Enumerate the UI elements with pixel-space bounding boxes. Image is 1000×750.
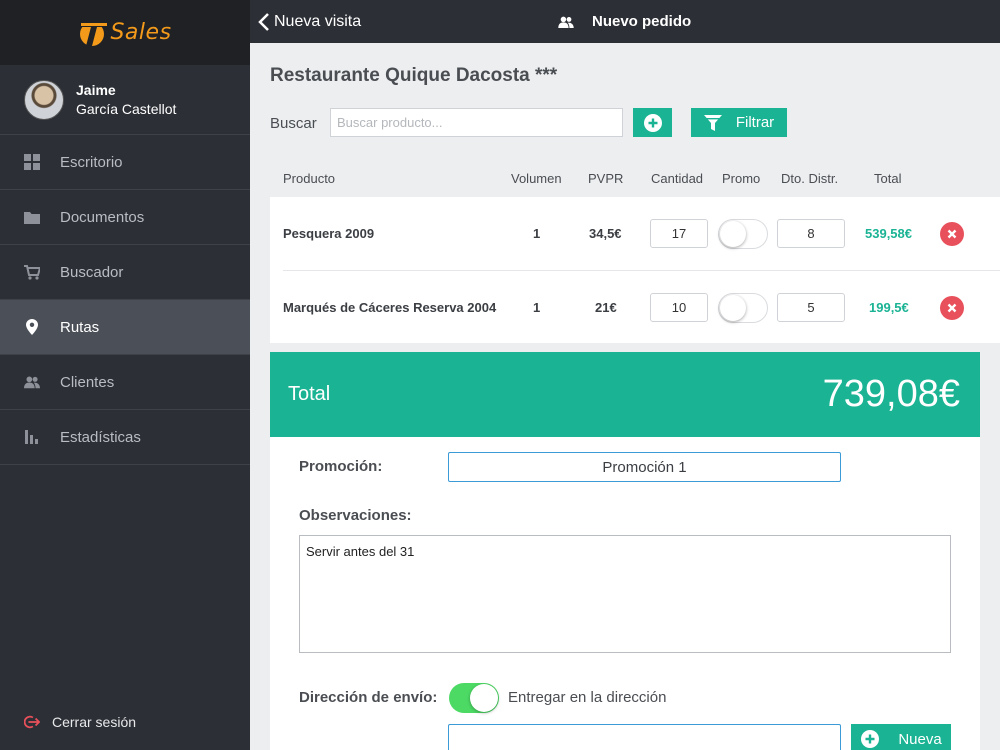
- pvpr-value: 34,5€: [589, 226, 622, 241]
- users-icon: [558, 16, 574, 28]
- user-profile[interactable]: Jaime García Castellot: [0, 65, 250, 135]
- close-icon: [947, 303, 957, 313]
- page-title-text: Nuevo pedido: [592, 13, 692, 30]
- delete-row-button[interactable]: [940, 222, 964, 246]
- table-row: Pesquera 2009 1 34,5€ 17 8 539,58€: [270, 197, 1000, 270]
- column-header: Producto: [283, 171, 336, 186]
- sidebar-item-rutas[interactable]: Rutas: [0, 300, 250, 355]
- total-label: Total: [288, 383, 331, 405]
- plus-circle-icon: [643, 113, 662, 132]
- app-logo: Sales: [0, 0, 250, 65]
- order-form: Promoción: Promoción 1 Observaciones: Se…: [270, 437, 980, 750]
- new-address-label: Nueva: [898, 730, 942, 748]
- sidebar-item-label: Escritorio: [60, 153, 123, 171]
- discount-input[interactable]: 5: [777, 293, 845, 322]
- promo-select[interactable]: Promoción 1: [448, 452, 841, 482]
- logo-text: Sales: [110, 20, 172, 45]
- column-header: Volumen: [511, 171, 562, 186]
- back-button[interactable]: Nueva visita: [258, 0, 361, 43]
- client-title: Restaurante Quique Dacosta ***: [270, 65, 558, 86]
- page-title: Nuevo pedido: [558, 0, 691, 43]
- quantity-input[interactable]: 10: [650, 293, 708, 322]
- sidebar-item-label: Estadísticas: [60, 428, 141, 446]
- product-name: Pesquera 2009: [283, 226, 375, 241]
- toggle-knob: [720, 221, 746, 247]
- sidebar-item-buscador[interactable]: Buscador: [0, 245, 250, 300]
- folder-icon: [24, 209, 40, 225]
- sidebar-item-label: Rutas: [60, 318, 100, 336]
- new-address-button[interactable]: Nueva: [851, 724, 951, 750]
- total-value: 739,08€: [822, 373, 960, 415]
- funnel-icon: [703, 114, 722, 131]
- pvpr-value: 21€: [595, 300, 617, 315]
- column-header: Total: [874, 171, 902, 186]
- sidebar-item-label: Documentos: [60, 208, 145, 226]
- toggle-knob: [720, 295, 746, 321]
- sidebar-item-documentos[interactable]: Documentos: [0, 190, 250, 245]
- cart-icon: [24, 264, 40, 280]
- promo-toggle[interactable]: [718, 219, 768, 249]
- top-bar: Nueva visita Nuevo pedido: [250, 0, 1000, 43]
- column-header: Promo: [722, 171, 761, 186]
- toggle-knob: [470, 684, 498, 712]
- table-row: Marqués de Cáceres Reserva 2004 1 21€ 10…: [283, 270, 1000, 343]
- main-content: Restaurante Quique Dacosta *** Buscar Fi…: [250, 43, 1000, 750]
- back-label: Nueva visita: [274, 12, 362, 30]
- address-input[interactable]: [448, 724, 841, 750]
- promo-label: Promoción:: [299, 458, 383, 475]
- logout-label: Cerrar sesión: [52, 714, 137, 730]
- sidebar-item-estadisticas[interactable]: Estadísticas: [0, 410, 250, 465]
- shipping-text: Entregar en la dirección: [508, 689, 667, 706]
- shipping-toggle[interactable]: [449, 683, 499, 713]
- sidebar-item-clientes[interactable]: Clientes: [0, 355, 250, 410]
- close-icon: [947, 229, 957, 239]
- filter-label: Filtrar: [735, 114, 775, 131]
- table-header: Producto Volumen PVPR Cantidad Promo Dto…: [250, 171, 1000, 191]
- logo-mark-icon: [78, 21, 109, 46]
- logout-icon: [24, 714, 40, 730]
- shipping-label: Dirección de envío:: [299, 689, 438, 706]
- promo-toggle[interactable]: [718, 293, 768, 323]
- sidebar-item-label: Clientes: [60, 373, 115, 391]
- user-first-name: Jaime: [76, 81, 116, 98]
- column-header: Dto. Distr.: [781, 171, 839, 186]
- volume-value: 1: [533, 226, 541, 241]
- sidebar-item-escritorio[interactable]: Escritorio: [0, 135, 250, 190]
- plus-circle-icon: [861, 730, 880, 748]
- sidebar: Sales Jaime García Castellot Escritorio …: [0, 0, 250, 750]
- sidebar-item-label: Buscador: [60, 263, 124, 281]
- add-product-button[interactable]: [633, 108, 672, 137]
- filter-button[interactable]: Filtrar: [691, 108, 787, 137]
- quantity-input[interactable]: 17: [650, 219, 708, 248]
- volume-value: 1: [533, 300, 541, 315]
- order-total-bar: Total 739,08€: [270, 352, 980, 437]
- chevron-left-icon: [258, 12, 269, 31]
- search-input[interactable]: [330, 108, 623, 137]
- user-last-name: García Castellot: [76, 100, 177, 117]
- logout-button[interactable]: Cerrar sesión: [24, 714, 136, 730]
- location-pin-icon: [24, 319, 40, 335]
- delete-row-button[interactable]: [940, 296, 964, 320]
- avatar: [24, 79, 64, 120]
- order-table: Pesquera 2009 1 34,5€ 17 8 539,58€ Marqu…: [270, 197, 1000, 343]
- search-label: Buscar: [270, 115, 317, 132]
- column-header: Cantidad: [651, 171, 704, 186]
- observations-textarea[interactable]: Servir antes del 31: [299, 535, 951, 653]
- observations-label: Observaciones:: [299, 507, 412, 524]
- row-total: 199,5€: [869, 300, 909, 315]
- row-total: 539,58€: [865, 226, 912, 241]
- discount-input[interactable]: 8: [777, 219, 845, 248]
- product-name: Marqués de Cáceres Reserva 2004: [283, 300, 497, 315]
- bar-chart-icon: [24, 429, 40, 445]
- users-icon: [24, 374, 40, 390]
- column-header: PVPR: [588, 171, 624, 186]
- grid-icon: [24, 154, 40, 170]
